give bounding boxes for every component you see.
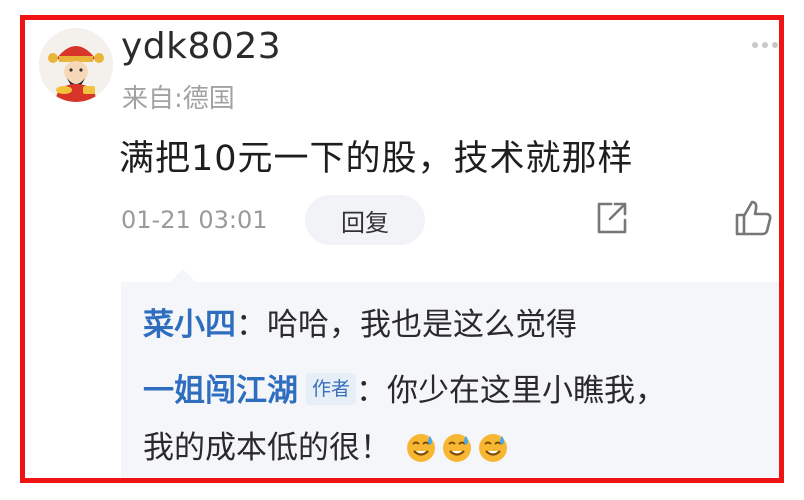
comment-text: 满把10元一下的股，技术就那样: [119, 139, 634, 179]
comment-card-highlight: ydk8023 来自:德国 满把10元一下的股，技术就那样 01-21 03:0…: [20, 15, 784, 483]
sweat-smile-emoji-icon: [441, 431, 473, 477]
sweat-smile-emoji-icon: [405, 431, 437, 477]
username[interactable]: ydk8023: [121, 26, 281, 67]
reply-item-continued: 我的成本低的很！: [143, 425, 509, 477]
reply-pointer: [170, 269, 196, 282]
location-label: 来自:德国: [122, 84, 235, 114]
timestamp: 01-21 03:01: [121, 206, 268, 234]
more-dots-icon[interactable]: [752, 34, 778, 53]
caishen-avatar-icon: [39, 28, 113, 102]
reply-text-continued: 我的成本低的很！: [143, 430, 391, 466]
reply-text: ：哈哈，我也是这么觉得: [236, 307, 577, 343]
reply-text: ：你少在这里小瞧我，: [356, 373, 667, 409]
avatar[interactable]: [39, 28, 113, 102]
share-icon[interactable]: [593, 200, 629, 240]
reply-list: 菜小四：哈哈，我也是这么觉得 一姐闯江湖 作者 ：你少在这里小瞧我， 我的成本低的很…: [121, 282, 779, 478]
sweat-smile-emoji-icon: [477, 431, 509, 477]
reply-nickname[interactable]: 一姐闯江湖: [143, 373, 298, 409]
author-badge: 作者: [306, 373, 357, 405]
reply-nickname[interactable]: 菜小四: [143, 307, 236, 343]
reply-item[interactable]: 一姐闯江湖 作者 ：你少在这里小瞧我，: [143, 368, 666, 414]
reply-button[interactable]: 回复: [305, 195, 425, 245]
reply-item[interactable]: 菜小四：哈哈，我也是这么觉得: [143, 302, 577, 348]
thumbs-up-icon[interactable]: [733, 198, 773, 242]
